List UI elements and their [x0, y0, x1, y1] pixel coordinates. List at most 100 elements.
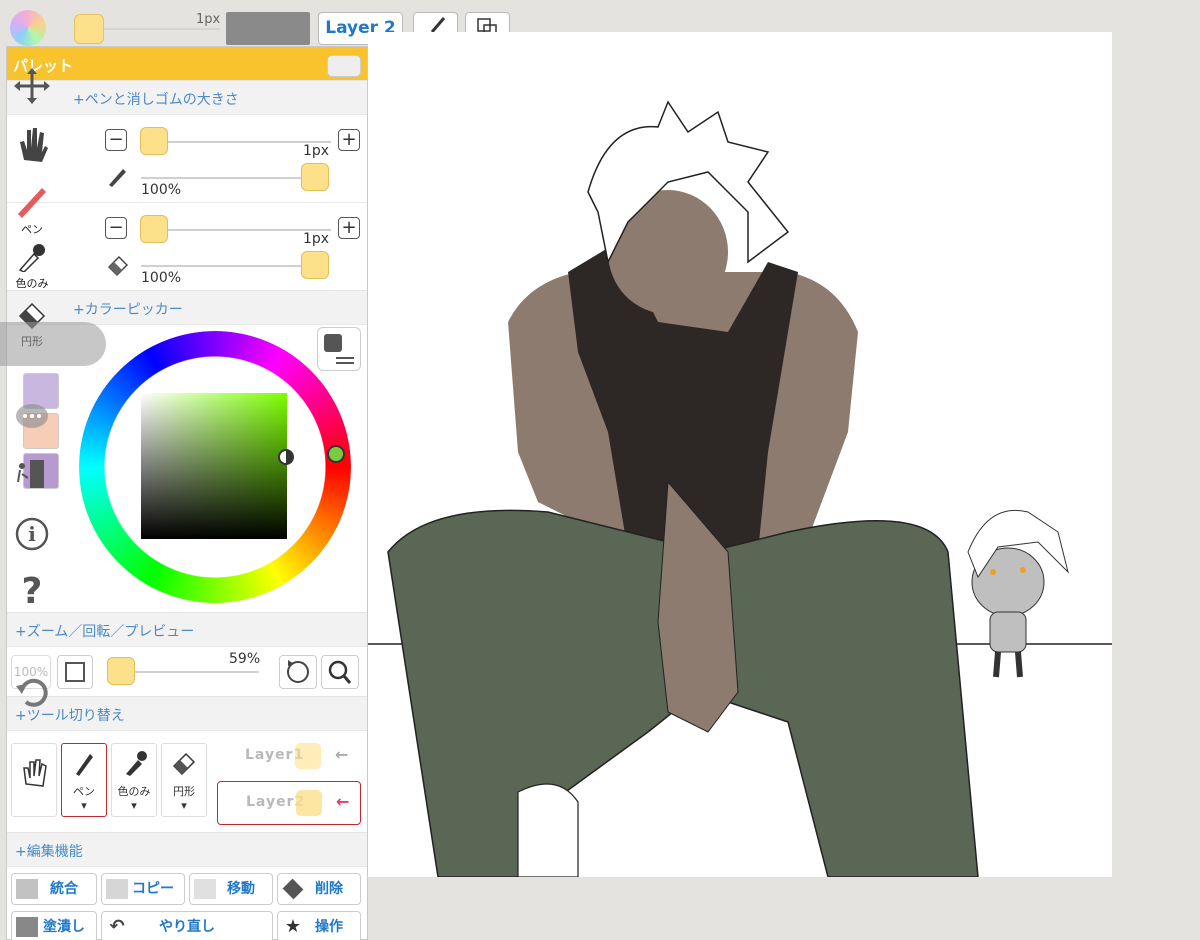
- info-icon: i: [15, 517, 49, 551]
- chat-icon: [16, 404, 48, 428]
- eraser-size-plus-button[interactable]: +: [338, 217, 360, 239]
- color-only-tool[interactable]: 色のみ: [6, 240, 58, 291]
- fill-button[interactable]: 塗潰し: [11, 911, 97, 940]
- rotate-button[interactable]: [279, 655, 317, 689]
- drawing-canvas[interactable]: [368, 32, 1112, 877]
- tool-circle-dropdown-icon: ▾: [181, 799, 187, 812]
- pen-size-knob[interactable]: [140, 127, 168, 155]
- chat-tool[interactable]: [6, 402, 58, 435]
- delete-button[interactable]: 削除: [277, 873, 361, 905]
- eraser-size-knob[interactable]: [140, 215, 168, 243]
- magnifier-icon: [328, 660, 352, 684]
- pen-opacity-track[interactable]: [141, 177, 311, 179]
- tool-color-only-button[interactable]: 色のみ ▾: [111, 743, 157, 817]
- question-icon: ?: [22, 571, 43, 612]
- zoom-knob[interactable]: [107, 657, 135, 685]
- copy-label: コピー: [132, 881, 174, 897]
- eraser-size-label: 1px: [303, 231, 330, 247]
- svg-text:i: i: [28, 522, 36, 546]
- star-icon: ★: [284, 916, 302, 937]
- move-icon: [194, 879, 216, 899]
- pen-size-minus-button[interactable]: −: [105, 129, 127, 151]
- hue-marker[interactable]: [327, 445, 345, 463]
- copy-button[interactable]: コピー: [101, 873, 185, 905]
- exit-tool[interactable]: [6, 456, 58, 495]
- merge-label: 統合: [50, 881, 78, 897]
- redo-icon: ↶: [109, 916, 125, 937]
- tool-circle-button[interactable]: 円形 ▾: [161, 743, 207, 817]
- hand-tool[interactable]: [6, 122, 58, 169]
- edit-buttons: 統合 コピー 移動 削除 塗潰し ↶ やり直し ★ 操作: [7, 866, 367, 940]
- delete-icon: [282, 878, 304, 900]
- pen-icon: [76, 754, 93, 776]
- eraser-tool-icon: [172, 752, 196, 776]
- dropper-icon: [18, 244, 45, 273]
- zoom-track[interactable]: [119, 671, 259, 673]
- help-tool[interactable]: ?: [6, 570, 58, 613]
- picker-mode-button[interactable]: [317, 327, 361, 371]
- layer1-arrow-icon: ←: [335, 745, 350, 764]
- layer2-arrow-icon: ←: [336, 792, 351, 811]
- info-tool[interactable]: i: [6, 516, 58, 555]
- current-color-button[interactable]: [226, 12, 310, 45]
- eraser-opacity-track[interactable]: [141, 265, 311, 267]
- pen-size-plus-button[interactable]: +: [338, 129, 360, 151]
- eraser-opacity-label: 100%: [141, 270, 182, 286]
- tool-circle-label: 円形: [173, 785, 195, 798]
- move-button[interactable]: 移動: [189, 873, 273, 905]
- move-label: 移動: [227, 881, 255, 897]
- layer1-row[interactable]: Layer1 ←: [217, 735, 361, 779]
- operation-label: 操作: [315, 919, 343, 935]
- eyedropper-icon: [126, 751, 147, 776]
- hand-tool-icon: [20, 128, 48, 162]
- layer1-thumb: [295, 743, 321, 769]
- move-tool[interactable]: [6, 66, 58, 109]
- rotate-icon: [287, 660, 309, 683]
- delete-label: 削除: [315, 881, 343, 897]
- pen-tool-label: ペン: [21, 223, 43, 236]
- redo-label: やり直し: [159, 919, 215, 935]
- pen-size-label: 1px: [303, 143, 330, 159]
- left-tool-strip: ペン 色のみ 円形 i ?: [0, 0, 106, 720]
- undo-tool[interactable]: [6, 672, 58, 715]
- undo-icon: [16, 678, 48, 707]
- brush-size-label: 1px: [196, 12, 221, 27]
- saturation-value-box[interactable]: [141, 393, 287, 539]
- tool-pen-button[interactable]: ペン ▾: [61, 743, 107, 817]
- eraser-icon: [107, 255, 129, 277]
- zoom-value: 59%: [229, 651, 261, 667]
- active-tool-highlight: [0, 322, 106, 366]
- picker-mode-icon: [324, 334, 354, 364]
- palette-collapse-button[interactable]: [327, 55, 361, 77]
- artwork: [368, 100, 1112, 877]
- eraser-opacity-knob[interactable]: [301, 251, 329, 279]
- tool-color-only-label: 色のみ: [117, 785, 151, 798]
- tool-hand-button[interactable]: [11, 743, 57, 817]
- brush-size-knob[interactable]: [74, 14, 104, 44]
- pen-tool[interactable]: ペン: [6, 182, 58, 237]
- layer2-thumb: [296, 790, 322, 816]
- copy-icon: [106, 879, 128, 899]
- redo-button[interactable]: ↶ やり直し: [101, 911, 273, 940]
- tool-pen-dropdown-icon: ▾: [81, 799, 87, 812]
- pen-opacity-label: 100%: [141, 182, 182, 198]
- operation-button[interactable]: ★ 操作: [277, 911, 361, 940]
- svg-text:?: ?: [22, 571, 43, 610]
- move-arrows-icon: [14, 68, 50, 104]
- brush-size-track[interactable]: [96, 28, 220, 30]
- section-edit[interactable]: +編集機能: [7, 832, 367, 866]
- fill-bucket-icon: [16, 917, 38, 937]
- eraser-size-minus-button[interactable]: −: [105, 217, 127, 239]
- tool-color-only-dropdown-icon: ▾: [131, 799, 137, 812]
- hand-icon: [23, 759, 47, 787]
- tool-pen-label: ペン: [73, 785, 95, 798]
- preview-button[interactable]: [321, 655, 359, 689]
- sv-marker[interactable]: [278, 449, 294, 465]
- layer2-row[interactable]: Layer2 ←: [217, 781, 361, 825]
- merge-icon: [16, 879, 38, 899]
- exit-door-icon: [17, 460, 44, 488]
- pen-opacity-knob[interactable]: [301, 163, 329, 191]
- red-pen-icon: [18, 188, 46, 218]
- pencil-icon: [109, 169, 126, 187]
- merge-button[interactable]: 統合: [11, 873, 97, 905]
